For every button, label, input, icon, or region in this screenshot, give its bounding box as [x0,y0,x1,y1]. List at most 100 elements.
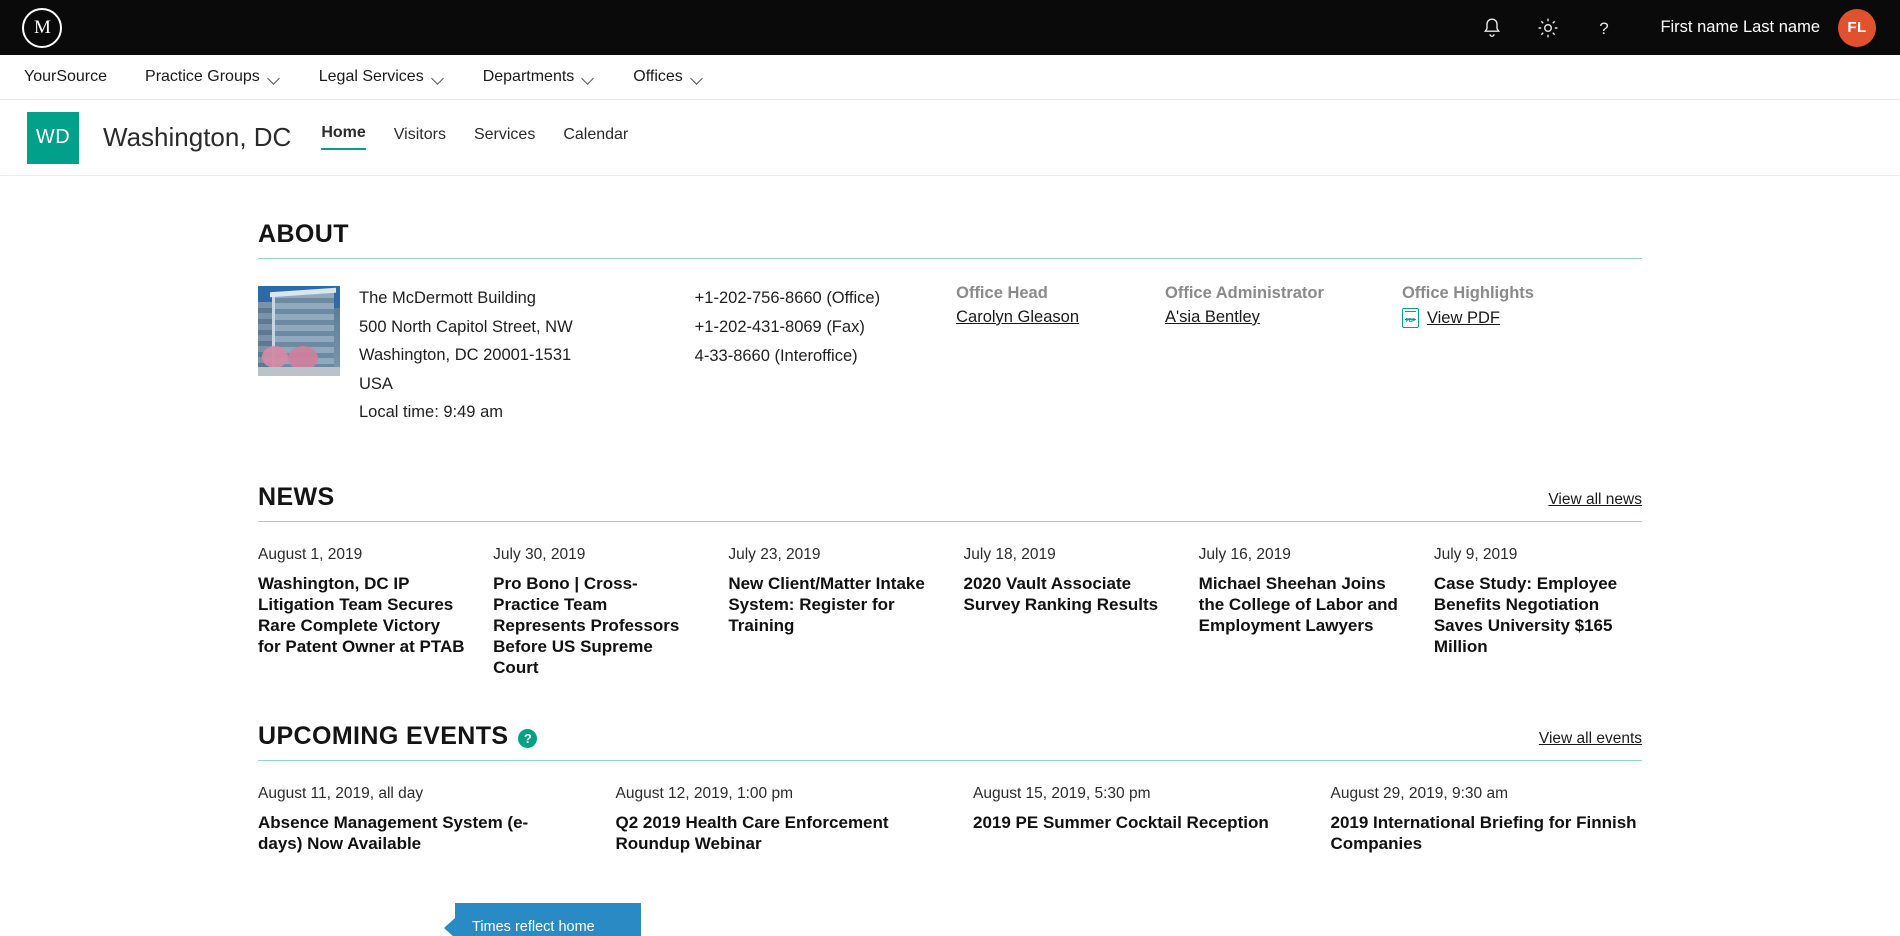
news-heading: NEWS [258,482,335,511]
news-item-date: July 9, 2019 [1433,545,1518,563]
about-section-header: ABOUT [258,220,1642,259]
phone-fax: +1-202-431-8069 (Fax) [694,318,865,336]
chevron-down-icon [692,74,704,81]
nav-item-label: Offices [633,68,683,85]
office-highlights-label: Office Highlights [1401,284,1534,302]
nav-item-practice-groups[interactable]: Practice Groups [145,68,281,86]
event-item[interactable]: August 29, 2019, 9:30 am 2019 Internatio… [1331,785,1643,854]
news-item[interactable]: July 9, 2019 Case Study: Employee Benefi… [1434,546,1642,678]
news-item[interactable]: July 16, 2019 Michael Sheehan Joins the … [1199,546,1407,678]
phone-office: +1-202-756-8660 (Office) [694,289,881,307]
news-item[interactable]: August 1, 2019 Washington, DC IP Litigat… [258,546,466,678]
photo-cherry-tree [262,346,288,368]
gear-icon[interactable] [1520,0,1576,55]
events-section-header: UPCOMING EVENTS ? View all events [258,722,1642,761]
about-section: ABOUT The McDermott Building 500 North C… [258,176,1642,427]
news-section: NEWS View all news August 1, 2019 Washin… [258,427,1642,678]
news-item-date: July 18, 2019 [963,545,1056,563]
nav-item-label: Legal Services [318,68,424,85]
nav-item-yoursource[interactable]: YourSource [24,68,107,86]
office-phone-numbers: +1-202-756-8660 (Office) +1-202-431-8069… [695,284,880,427]
user-name-label[interactable]: First name Last name [1660,18,1820,37]
nav-item-departments[interactable]: Departments [483,68,596,86]
office-highlights-pdf-row[interactable]: View PDF [1401,308,1534,328]
site-logo-initials: WD [35,126,71,148]
help-icon-glyph: ? [523,730,533,746]
news-item-date: July 16, 2019 [1198,545,1291,563]
nav-item-label: Practice Groups [145,68,260,85]
address-line-country: USA [359,374,393,393]
topbar-icon-group: ? First name Last name FL [1464,0,1876,55]
global-top-bar: M ? First name Last name FL [0,0,1900,55]
upcoming-events-section: UPCOMING EVENTS ? View all events August… [258,678,1642,854]
help-question-icon[interactable]: ? [1576,0,1632,55]
event-item-date: August 15, 2019, 5:30 pm [973,784,1151,802]
address-line-street: 500 North Capitol Street, NW [359,317,573,336]
office-head-link[interactable]: Carolyn Gleason [956,308,1079,326]
event-item-title[interactable]: Q2 2019 Health Care Enforcement Roundup … [616,812,928,854]
mcdermott-logo-icon[interactable]: M [22,7,62,48]
notification-bell-icon[interactable] [1464,0,1520,55]
local-time: Local time: 9:49 am [359,403,503,421]
site-logo[interactable]: WD [27,111,79,164]
tab-home[interactable]: Home [321,124,366,150]
office-head-block: Office Head Carolyn Gleason [956,284,1079,427]
news-item-title[interactable]: Pro Bono | Cross-Practice Team Represent… [493,573,701,678]
office-administrator-block: Office Administrator A'sia Bentley [1165,284,1324,427]
pdf-icon [1401,308,1419,328]
news-item-date: August 1, 2019 [258,545,363,563]
office-building-photo [258,286,340,376]
news-item-title[interactable]: Washington, DC IP Litigation Team Secure… [258,573,466,657]
event-item-title[interactable]: Absence Management System (e-days) Now A… [258,812,570,854]
timezone-tooltip: Times reflect home office time zone. [444,903,641,936]
avatar-initials: FL [1847,19,1867,36]
tooltip-text: Times reflect home office time zone. [472,919,595,935]
event-item-title[interactable]: 2019 PE Summer Cocktail Reception [973,812,1285,833]
news-item-title[interactable]: 2020 Vault Associate Survey Ranking Resu… [964,573,1172,615]
events-card-grid: August 11, 2019, all day Absence Managem… [258,761,1642,854]
event-item-date: August 11, 2019, all day [258,784,424,802]
news-item-title[interactable]: New Client/Matter Intake System: Registe… [728,573,936,636]
news-section-header: NEWS View all news [258,483,1642,522]
view-pdf-link[interactable]: View PDF [1427,309,1500,328]
avatar[interactable]: FL [1838,8,1876,47]
tab-visitors[interactable]: Visitors [394,126,446,150]
event-item[interactable]: August 15, 2019, 5:30 pm 2019 PE Summer … [973,785,1285,854]
news-item[interactable]: July 18, 2019 2020 Vault Associate Surve… [964,546,1172,678]
page-title: Washington, DC [103,122,292,152]
news-item[interactable]: July 23, 2019 New Client/Matter Intake S… [728,546,936,678]
tab-label: Calendar [563,125,629,143]
chevron-down-icon [433,74,445,81]
site-header: WD Washington, DC Home Visitors Services… [0,100,1900,176]
chevron-down-icon [583,74,595,81]
address-line-building: The McDermott Building [359,289,536,307]
tab-calendar[interactable]: Calendar [563,126,628,150]
tab-label: Services [473,125,536,143]
address-line-city: Washington, DC 20001-1531 [359,346,572,364]
news-item-title[interactable]: Michael Sheehan Joins the College of Lab… [1199,573,1407,636]
event-item[interactable]: August 12, 2019, 1:00 pm Q2 2019 Health … [616,785,928,854]
news-item[interactable]: July 30, 2019 Pro Bono | Cross-Practice … [493,546,701,678]
news-item-title[interactable]: Case Study: Employee Benefits Negotiatio… [1434,573,1642,657]
main-content: ABOUT The McDermott Building 500 North C… [0,176,1900,936]
event-item-title[interactable]: 2019 International Briefing for Finnish … [1331,812,1643,854]
office-address: The McDermott Building 500 North Capitol… [359,284,573,427]
content-wrapper: ABOUT The McDermott Building 500 North C… [258,176,1642,854]
news-item-date: July 23, 2019 [728,545,821,563]
event-item[interactable]: August 11, 2019, all day Absence Managem… [258,785,570,854]
nav-item-legal-services[interactable]: Legal Services [319,68,445,86]
office-head-label: Office Head [956,284,1048,302]
site-tab-list: Home Visitors Services Calendar [321,124,628,152]
news-card-grid: August 1, 2019 Washington, DC IP Litigat… [258,522,1642,678]
office-administrator-link[interactable]: A'sia Bentley [1165,308,1260,326]
global-navigation-bar: YourSource Practice Groups Legal Service… [0,55,1900,100]
photo-ground [258,367,340,376]
tab-services[interactable]: Services [474,126,535,150]
brand-logo-letter: M [34,16,51,38]
help-question-icon[interactable]: ? [518,728,538,748]
about-heading: ABOUT [258,220,349,248]
view-all-events-link[interactable]: View all events [1539,730,1642,751]
nav-item-label: YourSource [24,68,108,85]
view-all-news-link[interactable]: View all news [1548,491,1642,512]
nav-item-offices[interactable]: Offices [633,68,704,86]
